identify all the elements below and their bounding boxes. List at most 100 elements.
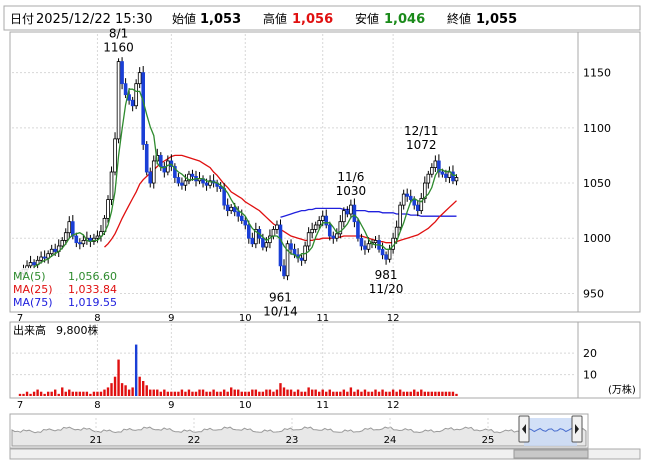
- candle-body: [49, 248, 54, 255]
- navigator-label: 22: [188, 435, 201, 446]
- month-label: 7: [17, 400, 23, 411]
- price-tick-label: 950: [583, 287, 604, 300]
- candle-body: [60, 240, 65, 247]
- volume-bar: [328, 389, 331, 396]
- volume-bar: [124, 385, 127, 396]
- volume-bar: [29, 393, 32, 396]
- volume-bar: [441, 391, 444, 396]
- volume-bar: [321, 389, 324, 396]
- volume-unit: (万株): [608, 383, 636, 396]
- datetime-value: 2025/12/22 15:30: [36, 12, 153, 27]
- candle-body: [53, 248, 57, 252]
- candle-body: [130, 99, 135, 107]
- volume-bar: [237, 389, 240, 396]
- volume-bar: [25, 391, 29, 396]
- candle-body: [151, 160, 156, 184]
- volume-bar: [310, 389, 314, 396]
- volume-bar: [296, 389, 300, 396]
- volume-bar: [377, 391, 381, 396]
- candle-body: [222, 188, 226, 206]
- candle-body: [310, 229, 314, 234]
- close-value: 1,055: [476, 12, 517, 27]
- annotation-value: 961: [269, 290, 292, 304]
- annotation-value: 981: [375, 268, 398, 282]
- volume-bar: [120, 383, 124, 396]
- candle-body: [81, 240, 86, 245]
- volume-bar: [430, 391, 434, 396]
- candle-body: [106, 199, 110, 219]
- candle-body: [39, 256, 43, 261]
- volume-bar: [208, 391, 212, 396]
- navigator-scrollbar-thumb[interactable]: [513, 449, 589, 459]
- candle-body: [289, 243, 293, 250]
- volume-bar: [156, 389, 159, 396]
- legend-label: MA(75): [13, 296, 53, 309]
- candle-body: [408, 195, 413, 200]
- month-label: 8: [94, 400, 100, 411]
- candle-body: [275, 224, 279, 230]
- legend-value: 1,056.60: [68, 270, 117, 283]
- month-label: 9: [168, 400, 174, 411]
- candle-body: [440, 171, 445, 175]
- candle-body: [401, 193, 406, 206]
- volume-bar: [57, 393, 60, 396]
- volume-bar: [43, 393, 46, 396]
- volume-bar: [307, 387, 310, 396]
- close-label: 終値: [447, 11, 471, 26]
- volume-bar: [127, 389, 131, 396]
- candle-body: [334, 233, 339, 239]
- candle-body: [190, 173, 195, 177]
- volume-bar: [22, 393, 25, 396]
- candle-body: [71, 221, 75, 237]
- volume-bar: [406, 391, 409, 396]
- candle-body: [278, 224, 283, 267]
- volume-bar: [349, 387, 353, 396]
- volume-bar: [198, 389, 201, 396]
- volume-bar: [103, 389, 106, 396]
- candle-body: [380, 248, 385, 256]
- volume-bar: [423, 391, 426, 396]
- candle-body: [430, 167, 434, 175]
- candle-body: [433, 160, 438, 168]
- volume-bar: [138, 376, 141, 396]
- volume-bar: [374, 389, 377, 396]
- volume-bar: [381, 389, 384, 396]
- candle-body: [109, 171, 114, 201]
- candle-body: [264, 242, 269, 248]
- candle-body: [373, 240, 378, 244]
- volume-bar: [226, 391, 229, 396]
- volume-bar: [339, 391, 342, 396]
- candle-body: [387, 248, 392, 260]
- candle-body: [113, 138, 117, 173]
- low-value: 1,046: [384, 12, 425, 27]
- candle-body: [412, 199, 417, 206]
- candle-body: [141, 72, 146, 145]
- volume-bar: [230, 387, 233, 396]
- candle-body: [236, 211, 241, 217]
- candle-body: [384, 254, 388, 260]
- candle-body: [32, 262, 36, 266]
- candle-body: [317, 220, 321, 226]
- volume-bar: [251, 389, 254, 396]
- annotation-value: 1030: [336, 184, 367, 198]
- volume-bar: [356, 389, 360, 396]
- volume-bar: [117, 359, 120, 396]
- volume-bar: [152, 389, 155, 396]
- volume-bar: [275, 389, 279, 396]
- candle-body: [306, 232, 311, 247]
- volume-bar: [222, 389, 226, 396]
- navigator-label: 21: [90, 435, 103, 446]
- price-tick-label: 1050: [583, 177, 611, 190]
- volume-bar: [205, 391, 208, 396]
- candle-body: [331, 235, 336, 239]
- candle-body: [405, 193, 409, 197]
- annotation-date: 11/20: [369, 282, 404, 296]
- navigator-selection[interactable]: [524, 418, 577, 446]
- open-value: 1,053: [200, 12, 241, 27]
- volume-bar: [191, 391, 194, 396]
- volume-bar: [96, 391, 99, 396]
- volume-bar: [416, 391, 419, 396]
- navigator-label: 24: [384, 435, 397, 446]
- candle-body: [144, 143, 149, 173]
- volume-bar: [395, 391, 398, 396]
